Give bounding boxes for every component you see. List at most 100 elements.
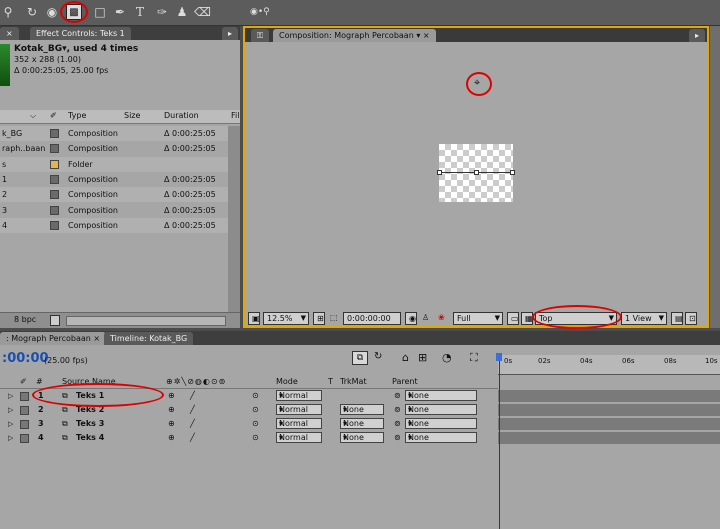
col-duration[interactable]: Duration — [164, 110, 199, 122]
region-of-interest-icon[interactable]: ▭ — [507, 312, 519, 325]
rotate-tool-icon[interactable]: ↻ — [24, 4, 40, 20]
col-t[interactable]: T — [328, 375, 333, 389]
toggle-pixel-icon[interactable]: ▤ — [671, 312, 683, 325]
zoom-tool-icon[interactable]: ⚲ — [0, 4, 16, 20]
type-tool-icon[interactable]: T — [132, 4, 148, 20]
project-item-row[interactable]: k_BG Composition Δ 0:00:25:05 — [0, 126, 228, 141]
layer-bar[interactable] — [498, 390, 720, 402]
tab-composition[interactable]: Composition: Mograph Percobaan ▾ × — [273, 29, 436, 42]
pickwhip-icon[interactable]: ⊚ — [394, 417, 401, 431]
draft-3d-icon[interactable]: ⌂ — [402, 351, 409, 364]
bpc-button[interactable]: 8 bpc — [14, 315, 36, 324]
playhead-line[interactable] — [499, 361, 500, 529]
view-layout-dropdown[interactable]: 1 View — [621, 312, 667, 325]
shy-switch-icon[interactable]: ⊕ — [168, 403, 175, 417]
label-swatch[interactable] — [20, 406, 29, 415]
pickwhip-icon[interactable]: ⊚ — [394, 389, 401, 403]
switches-icons[interactable]: ⊕✲╲⊘◍◐⊙⊚ — [166, 375, 226, 389]
layer-name[interactable]: Teks 4 — [76, 431, 104, 445]
parent-dropdown[interactable]: None ▾ — [405, 404, 477, 415]
trkmat-dropdown[interactable]: None ▾ — [340, 432, 384, 443]
comp-mini-flowchart-icon[interactable]: ⧉ — [352, 351, 368, 365]
snapshot-icon[interactable]: ◉ — [405, 312, 417, 325]
expand-arrow-icon[interactable]: ▷ — [8, 389, 13, 403]
orbit-camera-icon[interactable]: ◉ — [44, 4, 60, 20]
tab-timeline-kotak[interactable]: Timeline: Kotak_BG — [104, 332, 194, 345]
mask-rect-icon[interactable]: □ — [92, 4, 108, 20]
project-item-row[interactable]: raph..baan Composition Δ 0:00:25:05 — [0, 141, 228, 157]
sort-chevron-icon[interactable]: ⌵ — [30, 110, 36, 122]
quality-switch-icon[interactable]: ╱ — [190, 389, 195, 403]
layer-row[interactable]: ▷ 4 ⧉ Teks 4 ⊕ ╱ ⊙ Normal ▾ None ▾ ⊚ None ▾ — [0, 431, 498, 445]
show-snapshot-icon[interactable]: ♙ — [419, 312, 431, 325]
layer-name[interactable]: Teks 3 — [76, 417, 104, 431]
3d-layer-icon[interactable]: ⊙ — [252, 403, 259, 417]
col-mode[interactable]: Mode — [276, 375, 298, 389]
label-icon[interactable]: ✐ — [50, 110, 57, 122]
live-update-icon[interactable]: ↻ — [374, 351, 382, 362]
mode-dropdown[interactable]: Normal ▾ — [276, 404, 322, 415]
close-icon[interactable]: × — [0, 27, 19, 40]
timecode-field[interactable]: 0:00:00:00 — [343, 312, 401, 325]
3d-layer-icon[interactable]: ⊙ — [252, 431, 259, 445]
label-swatch[interactable] — [20, 392, 29, 401]
shy-switch-icon[interactable]: ⊕ — [168, 389, 175, 403]
zoom-dropdown[interactable]: 12.5% — [263, 312, 309, 325]
label-swatch[interactable] — [20, 420, 29, 429]
brush-tool-icon[interactable]: ✑ — [154, 4, 170, 20]
label-swatch[interactable] — [50, 144, 59, 154]
mode-dropdown[interactable]: Normal ▾ — [276, 418, 322, 429]
shy-switch-icon[interactable]: ⊕ — [168, 417, 175, 431]
project-item-row[interactable]: 3 Composition Δ 0:00:25:05 — [0, 202, 228, 218]
col-num[interactable]: # — [36, 375, 43, 389]
expand-arrow-icon[interactable]: ▷ — [8, 403, 13, 417]
layer-bar[interactable] — [498, 404, 720, 416]
frame-blending-icon[interactable]: ⊞ — [418, 351, 427, 364]
quality-switch-icon[interactable]: ╱ — [190, 431, 195, 445]
col-trkmat[interactable]: TrkMat — [340, 375, 367, 389]
layer-handle-left[interactable] — [437, 170, 442, 175]
layer-handle-center[interactable] — [474, 170, 479, 175]
layer-bar[interactable] — [498, 432, 720, 444]
expand-arrow-icon[interactable]: ▷ — [8, 431, 13, 445]
motion-blur-icon[interactable]: ◔ — [442, 351, 452, 364]
resolution-dropdown[interactable]: Full — [453, 312, 503, 325]
col-type[interactable]: Type — [68, 110, 86, 122]
parent-dropdown[interactable]: None ▾ — [405, 390, 477, 401]
axis-mode-icon[interactable]: ◉•⚲ — [250, 4, 270, 20]
trash-icon[interactable] — [50, 315, 60, 326]
label-swatch[interactable] — [50, 190, 59, 200]
quality-switch-icon[interactable]: ╱ — [190, 417, 195, 431]
fast-preview-icon[interactable]: ⊡ — [685, 312, 697, 325]
mode-dropdown[interactable]: Normal ▾ — [276, 432, 322, 443]
col-size[interactable]: Size — [124, 110, 140, 122]
mode-dropdown[interactable]: Normal ▾ — [276, 390, 322, 401]
project-item-row[interactable]: 1 Composition Δ 0:00:25:05 — [0, 171, 228, 187]
layer-bar[interactable] — [498, 418, 720, 430]
project-scrollbar[interactable] — [228, 126, 240, 312]
pickwhip-icon[interactable]: ⊚ — [394, 431, 401, 445]
playhead-handle[interactable] — [496, 353, 502, 361]
pickwhip-icon[interactable]: ⊚ — [394, 403, 401, 417]
transparency-grid-icon[interactable]: ▦ — [521, 312, 533, 325]
layer-handle-right[interactable] — [510, 170, 515, 175]
tab-timeline-mograph[interactable]: : Mograph Percobaan × — [0, 332, 107, 345]
mask-visibility-icon[interactable]: ⬚ — [327, 312, 339, 325]
col-parent[interactable]: Parent — [392, 375, 418, 389]
3d-layer-icon[interactable]: ⊙ — [252, 417, 259, 431]
label-swatch[interactable] — [50, 220, 59, 230]
label-swatch[interactable] — [50, 174, 59, 184]
expand-arrow-icon[interactable]: ▷ — [8, 417, 13, 431]
viewer-menu-icon[interactable]: ▸ — [689, 29, 706, 42]
channel-icon[interactable]: ❀ — [435, 312, 449, 325]
label-swatch[interactable] — [20, 434, 29, 443]
horizontal-scrollbar[interactable] — [66, 316, 226, 326]
preview-icon[interactable]: ▣ — [248, 312, 260, 325]
quality-switch-icon[interactable]: ╱ — [190, 403, 195, 417]
safe-zones-icon[interactable]: ⊞ — [313, 312, 325, 325]
clone-stamp-icon[interactable]: ♟ — [174, 4, 190, 20]
project-item-row[interactable]: 4 Composition Δ 0:00:25:05 — [0, 217, 228, 233]
parent-dropdown[interactable]: None ▾ — [405, 432, 477, 443]
project-item-row[interactable]: s Folder — [0, 156, 228, 172]
project-item-row[interactable]: 2 Composition Δ 0:00:25:05 — [0, 187, 228, 203]
